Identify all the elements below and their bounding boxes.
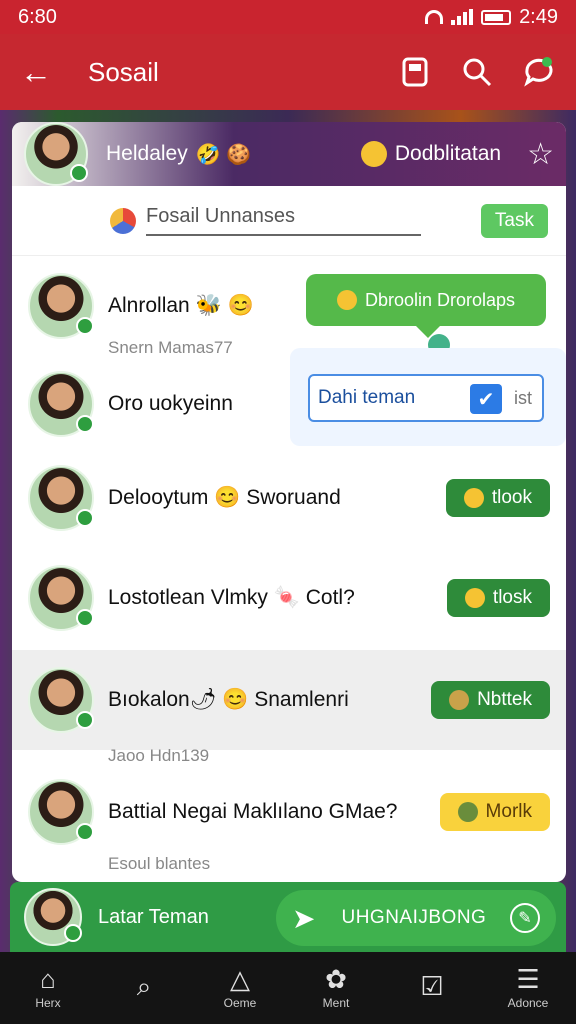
- app-title: Sosail: [88, 56, 159, 87]
- input-suffix: ist: [514, 388, 532, 408]
- look-button[interactable]: tlook: [445, 479, 550, 517]
- action-bar: Latar Teman ➤ UHGNAIJBONG ✎: [10, 882, 566, 952]
- search-icon[interactable]: [460, 55, 494, 89]
- battery-icon: [481, 9, 512, 25]
- friend-subtitle: Esoul blantes: [108, 854, 211, 873]
- menu-icon: ☰: [516, 964, 540, 994]
- star-badge-icon: [457, 802, 478, 822]
- avatar: [28, 565, 94, 631]
- app-bar: ← Sosail: [0, 34, 576, 110]
- online-indicator-icon: [76, 317, 94, 335]
- edit-icon[interactable]: ✎: [510, 903, 540, 933]
- online-indicator-icon: [70, 164, 88, 182]
- triangle-icon: △: [230, 964, 250, 994]
- action-pill-button[interactable]: ➤ UHGNAIJBONG ✎: [276, 890, 556, 946]
- avatar: [28, 273, 94, 339]
- list-item[interactable]: Lostotlean Vlmky 🍬 Cotl? tlosk: [12, 548, 566, 648]
- smiley-icon: [463, 488, 484, 508]
- friend-name: Bıokalon🌶 😊 Snamlenri: [108, 688, 349, 711]
- smiley-icon: [360, 141, 387, 167]
- nav-label: Adonce: [507, 996, 549, 1010]
- friend-name: Lostotlean Vlmky 🍬 Cotl?: [108, 586, 355, 609]
- friends-card: Heldaley 🤣 🍪 Dodblitatan ☆ Fosail Unnans…: [12, 122, 566, 882]
- online-indicator-icon: [76, 823, 94, 841]
- check-icon[interactable]: ✔: [470, 384, 502, 414]
- status-clock: 2:49: [519, 5, 558, 28]
- avatar: [28, 667, 94, 733]
- avatar: [28, 371, 94, 437]
- list-item[interactable]: Battial Negai Maklılano GMae? Morlk: [12, 762, 566, 862]
- nav-menu[interactable]: ✿ Ment: [296, 966, 376, 1010]
- avatar[interactable]: [24, 888, 82, 946]
- note-button[interactable]: Nbttek: [431, 681, 550, 719]
- flower-icon: ✿: [325, 964, 347, 994]
- friend-name: Oro uokyeinn: [108, 392, 233, 415]
- online-indicator-icon: [76, 609, 94, 627]
- back-arrow-icon[interactable]: ←: [20, 54, 68, 91]
- online-indicator-icon: [76, 509, 94, 527]
- online-indicator-icon: [76, 711, 94, 729]
- friend-name: Alnrollan 🐝 😊: [108, 294, 254, 317]
- avatar: [28, 779, 94, 845]
- star-icon[interactable]: ☆: [527, 137, 554, 172]
- save-icon[interactable]: [398, 55, 432, 89]
- action-label: Latar Teman: [98, 905, 209, 928]
- status-bar: 6:80 2:49: [0, 0, 576, 34]
- avatar: [28, 465, 94, 531]
- app-actions: [398, 55, 556, 89]
- hand-icon: [336, 290, 357, 310]
- online-indicator-icon: [76, 415, 94, 433]
- friend-name: Delooytum 😊 Sworuand: [108, 486, 341, 509]
- task-button[interactable]: Task: [480, 203, 548, 238]
- mark-button[interactable]: Morlk: [439, 793, 550, 831]
- home-icon: ⌂: [40, 964, 56, 994]
- nav-more[interactable]: ☰ Adonce: [488, 966, 568, 1010]
- list-item[interactable]: Bıokalon🌶 😊 Snamlenri Nbttek: [12, 650, 566, 750]
- signal-icon: [451, 9, 474, 25]
- nav-game[interactable]: △ Oeme: [200, 966, 280, 1010]
- app-logo-icon: [110, 207, 136, 234]
- nav-search[interactable]: ⌕: [104, 973, 184, 1003]
- tooltip-bubble[interactable]: Dbroolin Drorolaps: [306, 274, 546, 338]
- checkbox-icon: ☑: [420, 971, 444, 1001]
- nav-label: Herx: [35, 996, 61, 1010]
- money-bag-icon: [449, 690, 470, 710]
- search-row: Fosail Unnanses Task: [12, 186, 566, 256]
- header-emoji: 🤣 🍪: [195, 143, 252, 166]
- friend-name: Battial Negai Maklılano GMae?: [108, 800, 398, 823]
- avatar[interactable]: [24, 122, 88, 186]
- chat-icon[interactable]: [522, 55, 556, 89]
- wifi-icon: [425, 10, 444, 24]
- card-header: Heldaley 🤣 🍪 Dodblitatan ☆: [12, 122, 566, 186]
- header-badge[interactable]: Dodblitatan: [360, 141, 502, 167]
- friend-search-input[interactable]: Dahi teman ✔ ist: [308, 374, 544, 422]
- search-icon: ⌕: [136, 971, 152, 1001]
- search-label[interactable]: Fosail Unnanses: [146, 205, 421, 236]
- nav-label: Oeme: [223, 996, 257, 1010]
- look-button[interactable]: tlosk: [446, 579, 550, 617]
- header-name: Heldaley: [106, 142, 188, 165]
- list-item[interactable]: Delooytum 😊 Sworuand tlook: [12, 448, 566, 548]
- nav-label: Ment: [322, 996, 350, 1010]
- status-icons: 2:49: [425, 6, 558, 29]
- send-icon: ➤: [292, 902, 316, 934]
- nav-home[interactable]: ⌂ Herx: [8, 966, 88, 1010]
- online-indicator-icon: [64, 924, 82, 942]
- nav-tasks[interactable]: ☑: [392, 973, 472, 1003]
- add-friend-popup: Dahi teman ✔ ist: [290, 348, 566, 446]
- bottom-nav: ⌂ Herx ⌕ △ Oeme ✿ Ment ☑ ☰ Adonce: [0, 952, 576, 1024]
- smiley-icon: [464, 588, 485, 608]
- action-pill-label: UHGNAIJBONG: [341, 907, 487, 928]
- header-badge-label: Dodblitatan: [394, 142, 502, 165]
- status-time: 6:80: [18, 5, 57, 28]
